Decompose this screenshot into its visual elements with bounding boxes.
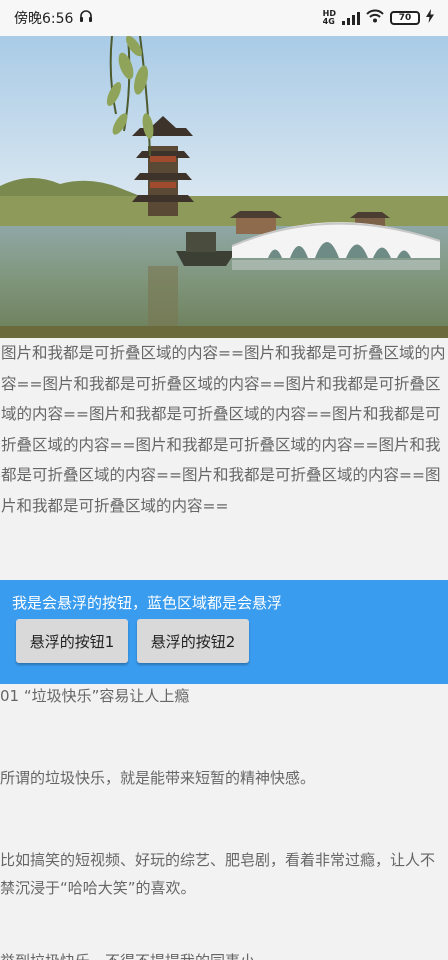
wifi-icon xyxy=(366,9,384,27)
article-paragraph-1: 所谓的垃圾快乐，就是能带来短暂的精神快感。 xyxy=(0,769,316,787)
floating-panel: 我是会悬浮的按钮，蓝色区域都是会悬浮 悬浮的按钮1 悬浮的按钮2 xyxy=(0,580,448,684)
status-time: 傍晚6:56 xyxy=(14,11,74,27)
article-heading: 01 “垃圾快乐”容易让人上瘾 xyxy=(0,687,190,705)
collapsible-text: 图片和我都是可折叠区域的内容==图片和我都是可折叠区域的内容==图片和我都是可折… xyxy=(1,344,446,515)
hero-image xyxy=(0,36,448,338)
signal-icon xyxy=(342,11,360,25)
status-bar: 傍晚6:56 HD 4G 70 xyxy=(0,0,448,36)
article-paragraph-3: 举到垃圾快乐，不得不提提我的同事小 xyxy=(0,950,448,960)
battery-icon: 70 xyxy=(390,11,420,25)
charging-icon xyxy=(426,9,434,27)
floating-title: 我是会悬浮的按钮，蓝色区域都是会悬浮 xyxy=(12,594,283,612)
float-button-2[interactable]: 悬浮的按钮2 xyxy=(137,619,249,663)
headphones-icon xyxy=(79,9,93,27)
float-button-1[interactable]: 悬浮的按钮1 xyxy=(16,619,128,663)
article-paragraph-2: 比如搞笑的短视频、好玩的综艺、肥皂剧，看着非常过瘾，让人不禁沉浸于“哈哈大笑”的… xyxy=(0,851,436,897)
network-icon: HD 4G xyxy=(322,9,336,26)
